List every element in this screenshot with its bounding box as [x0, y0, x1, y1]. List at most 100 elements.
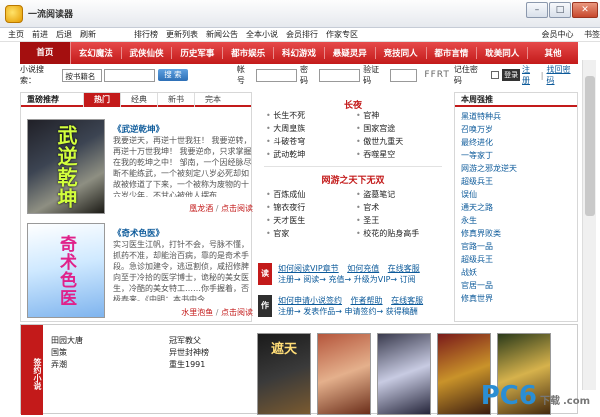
- list-item[interactable]: 傲世九重天: [356, 136, 440, 147]
- reader-subscribe-link[interactable]: 订阅: [400, 275, 416, 284]
- vip-read-link[interactable]: 如何阅读VIP章节: [278, 264, 339, 273]
- list-item[interactable]: 武动乾坤: [266, 149, 350, 160]
- book-thumb[interactable]: 遮天: [257, 333, 311, 415]
- nav-bl[interactable]: 耽美同人: [477, 47, 529, 59]
- nav-urban[interactable]: 都市娱乐: [223, 47, 275, 59]
- tab-hot[interactable]: 热门: [83, 93, 120, 107]
- list-item[interactable]: 校花的贴身高手: [356, 228, 440, 239]
- list-item[interactable]: 官神: [356, 110, 440, 121]
- author-support-link[interactable]: 在线客服: [391, 296, 423, 305]
- author-help-link[interactable]: 作者帮助: [351, 296, 383, 305]
- list-item[interactable]: 重生1991: [169, 359, 209, 371]
- login-button[interactable]: 登录: [502, 69, 521, 81]
- list-item[interactable]: 弄潮: [51, 359, 83, 371]
- account-input[interactable]: [255, 68, 298, 82]
- list-item[interactable]: 天才医生: [266, 215, 350, 226]
- list-item[interactable]: 国策: [51, 347, 83, 359]
- tab-new[interactable]: 新书: [157, 93, 194, 107]
- author-pay-link[interactable]: 获得稿酬: [386, 307, 418, 316]
- search-type-select[interactable]: 按书籍名: [62, 68, 102, 82]
- verify-input[interactable]: [389, 68, 418, 82]
- support-link[interactable]: 在线客服: [388, 264, 420, 273]
- nav-wuxia[interactable]: 武侠仙侠: [122, 47, 173, 59]
- tab-finished[interactable]: 完本: [194, 93, 231, 107]
- book-title[interactable]: 《武逆乾坤》: [113, 123, 164, 135]
- ranking-item[interactable]: 一等家丁: [461, 149, 571, 162]
- remember-checkbox[interactable]: [491, 71, 500, 79]
- menu-news[interactable]: 新闻公告: [206, 29, 238, 40]
- password-input[interactable]: [318, 68, 361, 82]
- list-item[interactable]: 国家宫途: [356, 123, 440, 134]
- reader-read-link[interactable]: 阅读: [303, 275, 319, 284]
- ranking-item[interactable]: 网游之邪龙逆天: [461, 162, 571, 175]
- book-author[interactable]: 水里泡鱼: [181, 308, 213, 317]
- ranking-item[interactable]: 黑道特种兵: [461, 110, 571, 123]
- author-publish-link[interactable]: 发表作品: [303, 307, 335, 316]
- list-item[interactable]: 锦衣夜行: [266, 202, 350, 213]
- list-item[interactable]: 异世封神榜: [169, 347, 209, 359]
- ranking-item[interactable]: 最终进化: [461, 136, 571, 149]
- nav-fanfic[interactable]: 竞技同人: [376, 47, 427, 59]
- ranking-item[interactable]: 修真界败类: [461, 227, 571, 240]
- list-item[interactable]: 圣王: [356, 215, 440, 226]
- list-item[interactable]: 官术: [356, 202, 440, 213]
- ranking-item[interactable]: 超级兵王: [461, 175, 571, 188]
- captcha-image[interactable]: FFRT: [424, 70, 449, 80]
- list-item[interactable]: 盗墓笔记: [356, 189, 440, 200]
- reader-upgrade-link[interactable]: 升级为VIP: [354, 275, 391, 284]
- book-cover[interactable]: 武逆乾坤: [27, 119, 105, 214]
- book-read-link[interactable]: 点击阅读: [221, 308, 253, 317]
- nav-home[interactable]: 首页: [20, 42, 71, 64]
- menu-bookmark[interactable]: 书签: [584, 30, 600, 39]
- menu-complete[interactable]: 全本小说: [246, 29, 278, 40]
- middle-top-title[interactable]: 长夜: [258, 92, 448, 111]
- menu-ranking[interactable]: 排行榜: [134, 29, 158, 40]
- nav-mystery[interactable]: 悬疑灵异: [325, 47, 376, 59]
- sign-apply-link[interactable]: 如何申请小说签约: [278, 296, 342, 305]
- list-item[interactable]: 官家: [266, 228, 350, 239]
- nav-scifi[interactable]: 科幻游戏: [274, 47, 325, 59]
- ranking-item[interactable]: 修真世界: [461, 292, 571, 305]
- forgot-password-link[interactable]: 找回密码: [546, 64, 578, 86]
- ranking-item[interactable]: 超级兵王: [461, 253, 571, 266]
- minimize-icon[interactable]: –: [526, 2, 548, 18]
- menu-home[interactable]: 主页: [8, 29, 24, 40]
- recharge-link[interactable]: 如何充值: [347, 264, 379, 273]
- register-link[interactable]: 注册: [522, 64, 538, 86]
- nav-other[interactable]: 其他: [528, 47, 578, 59]
- list-item[interactable]: 大周皇族: [266, 123, 350, 134]
- search-button[interactable]: 搜 索: [158, 69, 188, 81]
- menu-member-rank[interactable]: 会员排行: [286, 29, 318, 40]
- menu-update-list[interactable]: 更新列表: [166, 29, 198, 40]
- ranking-item[interactable]: 官居一品: [461, 279, 571, 292]
- ranking-item[interactable]: 永生: [461, 214, 571, 227]
- ranking-item[interactable]: 通天之路: [461, 201, 571, 214]
- middle-mid-title[interactable]: 网游之天下无双: [258, 173, 448, 189]
- nav-romance[interactable]: 都市言情: [427, 47, 478, 59]
- list-item[interactable]: 吞噬星空: [356, 149, 440, 160]
- search-input[interactable]: [103, 68, 156, 82]
- menu-forward[interactable]: 前进: [32, 29, 48, 40]
- book-read-link[interactable]: 点击阅读: [221, 204, 253, 213]
- ranking-item[interactable]: 战妖: [461, 266, 571, 279]
- maximize-icon[interactable]: □: [549, 2, 571, 18]
- close-icon[interactable]: ✕: [572, 2, 598, 18]
- book-thumb[interactable]: [377, 333, 431, 415]
- nav-history[interactable]: 历史军事: [172, 47, 224, 59]
- vertical-scrollbar[interactable]: [582, 60, 596, 390]
- author-register-link[interactable]: 注册: [278, 307, 294, 316]
- author-sign-link[interactable]: 申请签约: [345, 307, 377, 316]
- ranking-item[interactable]: 官路一品: [461, 240, 571, 253]
- menu-member-center[interactable]: 会员中心: [541, 30, 573, 39]
- list-item[interactable]: 百炼成仙: [266, 189, 350, 200]
- menu-author-zone[interactable]: 作家专区: [326, 29, 358, 40]
- reader-charge-link[interactable]: 充值: [329, 275, 345, 284]
- menu-back[interactable]: 后退: [56, 29, 72, 40]
- list-item[interactable]: 冠军教父: [169, 335, 209, 347]
- list-item[interactable]: 田园大唐: [51, 335, 83, 347]
- list-item[interactable]: 长生不死: [266, 110, 350, 121]
- ranking-item[interactable]: 误仙: [461, 188, 571, 201]
- book-cover[interactable]: 奇术色医: [27, 223, 105, 318]
- book-title[interactable]: 《奇术色医》: [113, 227, 164, 239]
- book-author[interactable]: 凰龙酒: [189, 204, 213, 213]
